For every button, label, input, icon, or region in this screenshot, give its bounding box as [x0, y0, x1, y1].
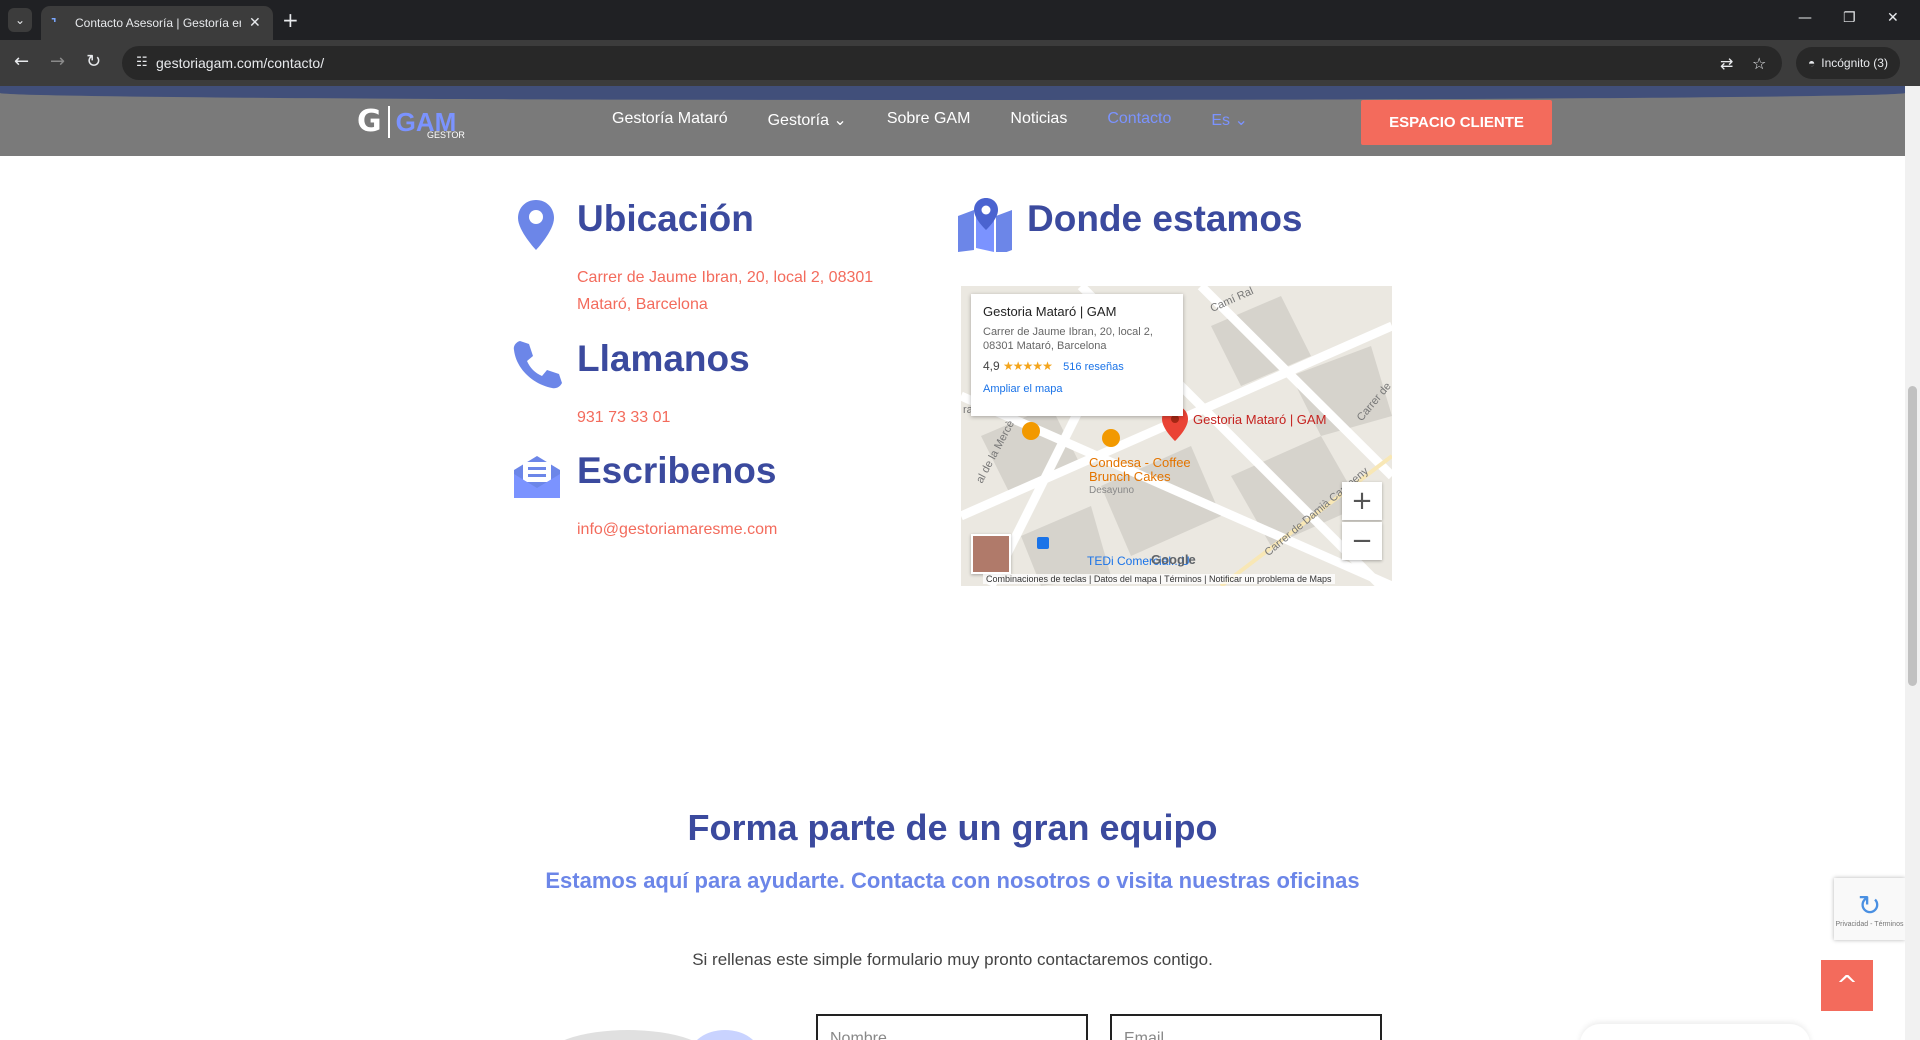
- translate-icon[interactable]: ⇄: [1720, 54, 1733, 73]
- forward-icon[interactable]: →: [50, 52, 65, 72]
- zoom-out-button[interactable]: −: [1342, 522, 1382, 560]
- recaptcha-badge[interactable]: ↻ Privacidad - Términos: [1834, 878, 1905, 940]
- menu-item-sobre-gam[interactable]: Sobre GAM: [887, 110, 971, 130]
- close-icon[interactable]: ✕: [1887, 10, 1899, 26]
- map-card-address-2: 08301 Mataró, Barcelona: [983, 340, 1107, 352]
- email-address[interactable]: info@gestoriamaresme.com: [577, 516, 777, 543]
- menu-item-noticias[interactable]: Noticias: [1010, 110, 1067, 130]
- recaptcha-icon: ↻: [1857, 888, 1882, 922]
- star-icon[interactable]: ☆: [1752, 54, 1766, 73]
- favicon-icon: ⌝: [51, 16, 57, 30]
- map-icon: [958, 198, 1012, 252]
- map-card-rating: 4,9: [983, 359, 1000, 373]
- google-map[interactable]: Gestoria Mataró | GAM Condesa - Coffee B…: [961, 286, 1392, 586]
- restaurant-poi-icon[interactable]: [1022, 422, 1040, 440]
- address-line-1: Carrer de Jaume Ibran, 20, local 2, 0830…: [577, 269, 874, 286]
- map-card-title: Gestoria Mataró | GAM: [983, 304, 1117, 319]
- back-icon[interactable]: ←: [14, 52, 29, 72]
- incognito-label: Incógnito (3): [1821, 56, 1888, 70]
- map-pin-label[interactable]: Gestoria Mataró | GAM: [1193, 412, 1326, 427]
- reload-icon[interactable]: ↻: [86, 52, 101, 72]
- logo-g-icon: G: [357, 104, 382, 139]
- site-info-icon[interactable]: ☷: [136, 55, 148, 70]
- address-bar[interactable]: ☷ gestoriagam.com/contacto/ ⇄ ☆: [122, 46, 1782, 80]
- logo-subtext: GESTOR: [427, 130, 465, 140]
- phone-number[interactable]: 931 73 33 01: [577, 404, 670, 431]
- google-logo: Google: [1151, 552, 1196, 567]
- menu-item-gestoria[interactable]: Gestoría ⌄: [768, 110, 847, 130]
- join-title: Forma parte de un gran equipo: [687, 807, 1218, 848]
- tab-title: Contacto Asesoría | Gestoría en: [75, 16, 241, 30]
- phone-heading: Llamanos: [577, 338, 750, 379]
- new-tab-icon[interactable]: +: [282, 9, 299, 31]
- logo-separator: [387, 105, 390, 138]
- poi-type: Desayuno: [1089, 485, 1135, 496]
- map-card-reviews-link[interactable]: 516 reseñas: [1063, 361, 1124, 373]
- minimize-icon[interactable]: —: [1798, 10, 1812, 26]
- url-text[interactable]: gestoriagam.com/contacto/: [156, 55, 324, 71]
- cafe-poi-icon[interactable]: [1102, 429, 1120, 447]
- browser-toolbar: ← → ↻ ☷ gestoriagam.com/contacto/ ⇄ ☆ ◓ …: [0, 40, 1920, 86]
- menu-item-language[interactable]: Es ⌄: [1211, 110, 1248, 130]
- email-heading: Escribenos: [577, 450, 777, 491]
- satellite-toggle[interactable]: [971, 534, 1011, 574]
- decorative-shape: [543, 1030, 713, 1040]
- map-footer-links[interactable]: Combinaciones de teclas | Datos del mapa…: [983, 574, 1335, 584]
- scroll-to-top-button[interactable]: ^: [1821, 960, 1873, 1011]
- chat-widget[interactable]: [1580, 1024, 1810, 1040]
- rating-stars-icon: ★★★★★: [1003, 359, 1053, 373]
- incognito-icon: ◓: [1808, 56, 1816, 70]
- page-viewport: G GAM GESTOR Gestoría Mataró Gestoría ⌄ …: [0, 86, 1905, 1040]
- address-line-2: Mataró, Barcelona: [577, 296, 708, 313]
- maximize-icon[interactable]: ❐: [1843, 10, 1856, 26]
- espacio-cliente-button[interactable]: ESPACIO CLIENTE: [1361, 100, 1552, 145]
- active-tab[interactable]: ⌝ Contacto Asesoría | Gestoría en ✕: [41, 6, 273, 40]
- tab-close-icon[interactable]: ✕: [249, 15, 261, 31]
- location-address: Carrer de Jaume Ibran, 20, local 2, 0830…: [577, 264, 873, 318]
- transit-icon: [1037, 537, 1049, 549]
- header-decoration: [0, 86, 1905, 100]
- map-heading: Donde estamos: [1027, 198, 1303, 239]
- decorative-shape-blue: [690, 1030, 760, 1040]
- join-description: Si rellenas este simple formulario muy p…: [692, 950, 1213, 969]
- tab-menu-icon[interactable]: ⌄: [8, 8, 32, 32]
- map-card-rating-row: 4,9 ★★★★★ 516 reseñas: [983, 359, 1171, 373]
- join-subtitle: Estamos aquí para ayudarte. Contacta con…: [545, 868, 1360, 893]
- page-scrollbar[interactable]: [1905, 86, 1920, 1040]
- email-field[interactable]: Email: [1110, 1014, 1382, 1040]
- phone-icon: [513, 341, 562, 389]
- site-header: G GAM GESTOR Gestoría Mataró Gestoría ⌄ …: [0, 86, 1905, 156]
- recaptcha-text: Privacidad - Términos: [1835, 920, 1904, 928]
- expand-map-link[interactable]: Ampliar el mapa: [983, 383, 1171, 395]
- incognito-badge[interactable]: ◓ Incógnito (3): [1796, 47, 1900, 79]
- map-card-address-1: Carrer de Jaume Ibran, 20, local 2,: [983, 326, 1153, 338]
- scrollbar-thumb[interactable]: [1908, 386, 1917, 686]
- menu-item-contacto[interactable]: Contacto: [1107, 110, 1171, 130]
- name-field[interactable]: Nombre: [816, 1014, 1088, 1040]
- mail-icon: [514, 456, 560, 498]
- zoom-in-button[interactable]: +: [1342, 482, 1382, 520]
- browser-tab-bar: ⌄ ⌝ Contacto Asesoría | Gestoría en ✕ + …: [0, 0, 1920, 40]
- poi-label[interactable]: Condesa - Coffee Brunch Cakes Desayuno: [1089, 456, 1191, 498]
- location-heading: Ubicación: [577, 198, 754, 239]
- menu-item-gestoria-mataro[interactable]: Gestoría Mataró: [612, 110, 728, 130]
- location-pin-icon: [518, 200, 554, 250]
- map-info-card: Gestoria Mataró | GAM Carrer de Jaume Ib…: [971, 294, 1183, 416]
- poi-name-line-1: Condesa - Coffee: [1089, 455, 1191, 470]
- poi-name-line-2: Brunch Cakes: [1089, 469, 1171, 484]
- site-logo[interactable]: G GAM GESTOR: [357, 104, 465, 140]
- main-menu: Gestoría Mataró Gestoría ⌄ Sobre GAM Not…: [612, 110, 1248, 130]
